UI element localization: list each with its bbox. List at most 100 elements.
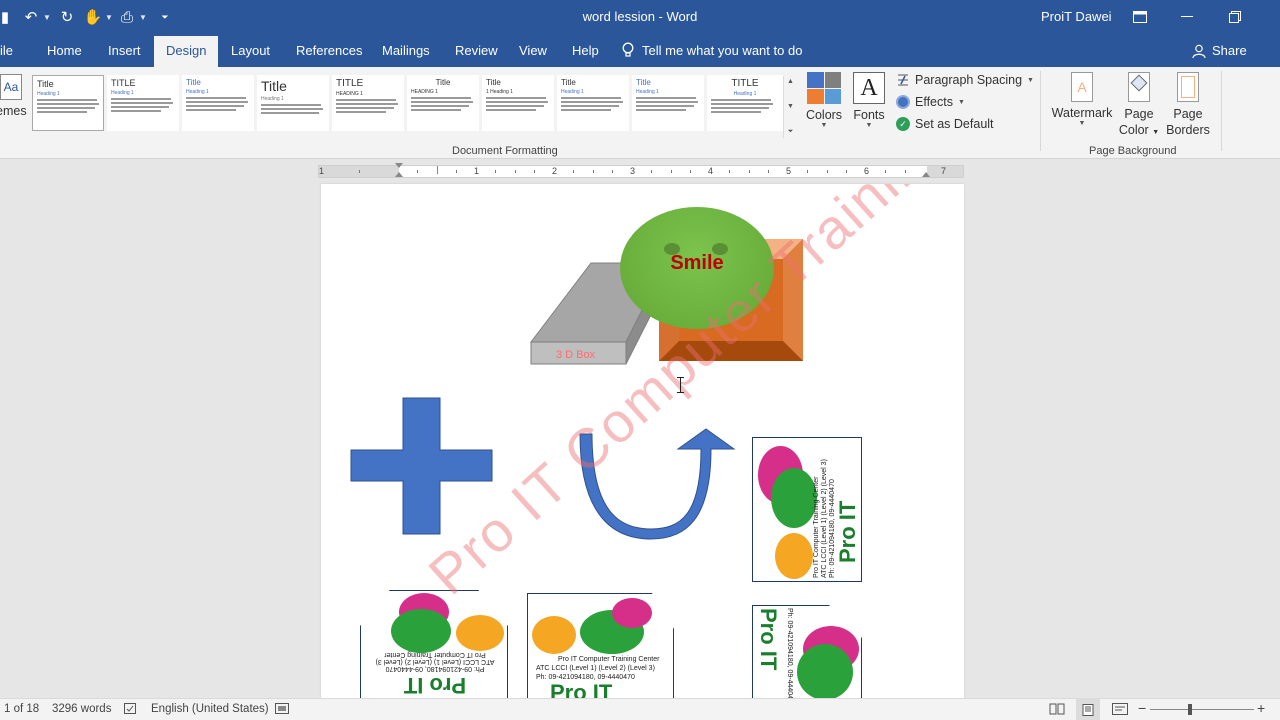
page-borders-line2: Borders [1166, 123, 1210, 137]
tab-references[interactable]: References [296, 43, 362, 58]
ribbon-tabs: ile Home Insert Design Layout References… [0, 34, 1280, 67]
style-set-thumb[interactable]: Title 1 Heading 1 [482, 75, 554, 131]
page-color-line2: Color [1118, 123, 1149, 137]
colors-button[interactable]: Colors ▼ [804, 72, 844, 129]
proofing-icon[interactable] [124, 703, 138, 718]
gallery-scroll[interactable]: ▲ ▼ ⏷ [783, 76, 797, 138]
tell-me-search[interactable]: Tell me what you want to do [622, 42, 802, 58]
style-set-thumb[interactable]: Title Heading 1 [632, 75, 704, 131]
tab-insert[interactable]: Insert [108, 43, 141, 58]
tab-design[interactable]: Design [154, 36, 219, 67]
page-borders-label: Page Borders [1165, 106, 1211, 138]
style-set-thumb[interactable]: Title Heading 1 [557, 75, 629, 131]
fonts-button[interactable]: A Fonts ▼ [850, 72, 888, 129]
touch-mode-dropdown-icon[interactable]: ▼ [104, 13, 114, 22]
redo-icon[interactable]: ↻ [56, 6, 78, 28]
thumb-heading: Heading 1 [561, 89, 584, 95]
tell-me-text: Tell me what you want to do [642, 42, 803, 58]
thumb-title: Title [561, 78, 576, 87]
share-button[interactable]: Share [1192, 43, 1247, 58]
page-color-label: Page Color ▼ [1118, 107, 1160, 137]
undo-icon[interactable]: ↶ [20, 6, 42, 28]
close-icon[interactable] [1258, 0, 1280, 34]
pro-it-logo-horizontal[interactable]: Pro IT Computer Training Center ATC LCCI… [527, 593, 674, 698]
save-icon[interactable]: ▮ [0, 6, 10, 28]
thumb-title: TITLE [336, 78, 364, 89]
horizontal-ruler[interactable]: 1 1 2 3 4 5 6 7 [318, 163, 964, 178]
tab-help[interactable]: Help [572, 43, 599, 58]
gallery-up-icon[interactable]: ▲ [787, 78, 794, 85]
pro-it-logo-vertical[interactable]: Pro IT Pro IT Computer Training Center A… [752, 437, 862, 582]
zoom-out-icon[interactable]: − [1138, 700, 1146, 716]
document-page[interactable]: 3 D Box Smile Pro IT Pro IT Computer Tra… [321, 184, 964, 698]
page-borders-button[interactable]: Page Borders [1165, 72, 1211, 138]
logo-balloon-green [797, 644, 853, 698]
logo-balloon-pink [612, 598, 652, 628]
themes-label: emes [0, 104, 27, 118]
watermark-icon: A [1071, 72, 1093, 102]
ruler-number: 1 [319, 166, 325, 176]
style-set-thumb[interactable]: TITLE Heading 1 [107, 75, 179, 131]
page-color-icon [1128, 72, 1150, 102]
style-set-thumb[interactable]: Title Heading 1 [257, 75, 329, 131]
colors-icon [807, 72, 841, 104]
print-preview-icon[interactable]: ⎙ [116, 6, 138, 28]
logo-phone-text: Ph: 09-421094180, 09-4440470 [829, 479, 836, 578]
print-layout-icon[interactable] [1076, 699, 1100, 720]
page-count[interactable]: 1 of 18 [4, 703, 39, 715]
zoom-slider[interactable] [1150, 709, 1254, 710]
chevron-down-icon: ▼ [957, 98, 965, 106]
macro-recording-icon[interactable] [275, 703, 289, 718]
document-area: 3 D Box Smile Pro IT Pro IT Computer Tra… [0, 182, 1280, 698]
page-background-label: Page Background [1089, 145, 1177, 157]
tab-file[interactable]: ile [0, 43, 13, 58]
right-indent-marker[interactable] [922, 172, 930, 177]
style-set-thumb[interactable]: Title Heading 1 [182, 75, 254, 131]
logo-atc-text: ATC LCCI (Level 1) (Level 2) (Level 3) [375, 658, 495, 665]
tab-view[interactable]: View [519, 43, 547, 58]
customize-toolbar-icon[interactable]: ⏷ [154, 6, 176, 28]
user-name[interactable]: ProiT Dawei [1041, 9, 1112, 24]
tab-marker[interactable] [437, 166, 438, 174]
page-color-button[interactable]: Page Color ▼ [1117, 72, 1161, 141]
set-as-default-button[interactable]: ✓ Set as Default [896, 117, 994, 131]
design-ribbon: Aa emes Title Heading 1 TITLE Heading 1 … [0, 67, 1280, 159]
undo-dropdown-icon[interactable]: ▼ [42, 13, 52, 22]
language-status[interactable]: English (United States) [151, 703, 269, 715]
first-line-indent-marker[interactable] [395, 163, 403, 168]
minimize-icon[interactable] [1164, 0, 1210, 34]
touch-mode-icon[interactable]: ✋ [82, 6, 104, 28]
style-set-thumb[interactable]: Title HEADING 1 [407, 75, 479, 131]
tab-layout[interactable]: Layout [231, 43, 270, 58]
page-borders-line1: Page [1173, 107, 1203, 121]
style-set-thumb[interactable]: Title Heading 1 [32, 75, 104, 131]
style-set-thumb[interactable]: TITLE Heading 1 [707, 75, 783, 131]
status-bar: 1 of 18 3296 words English (United State… [0, 698, 1280, 720]
ruler-number: 4 [708, 166, 714, 176]
web-layout-icon[interactable] [1112, 703, 1128, 718]
gallery-down-icon[interactable]: ▼ [787, 103, 794, 110]
print-dropdown-icon[interactable]: ▼ [138, 13, 148, 22]
tab-mailings[interactable]: Mailings [382, 43, 430, 58]
ribbon-display-options-icon[interactable] [1117, 0, 1163, 34]
paragraph-spacing-button[interactable]: Paragraph Spacing ▼ [896, 73, 1034, 87]
tab-home[interactable]: Home [47, 43, 82, 58]
themes-button[interactable]: Aa emes [0, 74, 27, 118]
read-mode-icon[interactable] [1049, 703, 1065, 718]
gallery-more-icon[interactable]: ⏷ [788, 128, 794, 136]
group-separator [1221, 71, 1222, 151]
style-set-thumb[interactable]: TITLE HEADING 1 [332, 75, 404, 131]
thumb-title: TITLE [111, 78, 136, 88]
watermark-button[interactable]: A Watermark ▼ [1051, 72, 1113, 127]
hanging-indent-marker[interactable] [395, 172, 403, 177]
effects-button[interactable]: Effects ▼ [896, 95, 965, 109]
pro-it-logo-flipped[interactable]: Pro IT Ph: 09-421094180, 09-4440470 ATC … [360, 590, 508, 698]
zoom-in-icon[interactable]: + [1257, 700, 1265, 716]
restore-icon[interactable] [1212, 0, 1258, 34]
thumb-heading: HEADING 1 [336, 91, 363, 97]
themes-icon: Aa [0, 74, 22, 100]
tab-review[interactable]: Review [455, 43, 498, 58]
pro-it-logo-rotated[interactable]: Pro IT Ph: 09-421094180, 09-4440470 [752, 605, 862, 698]
zoom-slider-thumb[interactable] [1188, 704, 1192, 715]
word-count[interactable]: 3296 words [52, 703, 111, 715]
